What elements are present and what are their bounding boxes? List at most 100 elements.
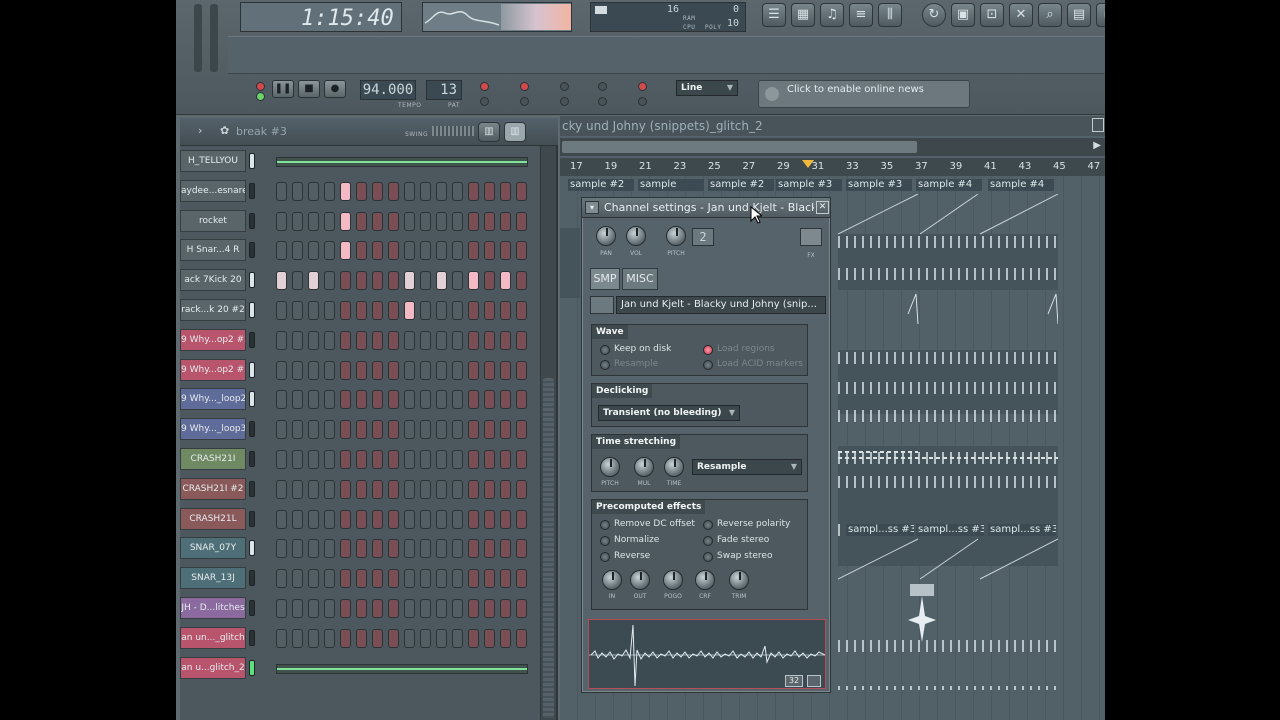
wave-edit-icon[interactable] xyxy=(807,675,821,687)
step-button[interactable] xyxy=(292,330,303,350)
loop-led[interactable] xyxy=(560,97,569,106)
channel-name-button[interactable]: H_TELLYOU xyxy=(180,150,246,172)
online-news-panel[interactable]: Click to enable online news xyxy=(758,80,970,108)
step-button[interactable] xyxy=(484,181,495,201)
step-button[interactable] xyxy=(292,241,303,261)
channel-select-led[interactable] xyxy=(249,629,255,646)
step-sequencer-shortcut-icon[interactable]: ▦ xyxy=(791,3,815,27)
stretch-mul-knob[interactable] xyxy=(634,457,654,477)
step-button[interactable] xyxy=(484,509,495,529)
mixer-shortcut-icon[interactable]: ⫼ xyxy=(878,3,902,27)
scrollbar-thumb[interactable] xyxy=(543,378,554,718)
step-button[interactable] xyxy=(468,211,479,231)
step-button[interactable] xyxy=(340,599,351,618)
reverse-polarity-radio[interactable] xyxy=(703,520,713,530)
step-button[interactable] xyxy=(420,271,431,291)
step-button[interactable] xyxy=(308,330,319,350)
step-button[interactable] xyxy=(500,271,511,291)
step-button[interactable] xyxy=(452,569,463,589)
step-button[interactable] xyxy=(276,479,287,499)
step-button[interactable] xyxy=(324,241,335,261)
pan-knob[interactable] xyxy=(596,226,616,246)
step-button[interactable] xyxy=(452,271,463,291)
channel-name-button[interactable]: an un..._glitch xyxy=(180,626,246,649)
channel-select-led[interactable] xyxy=(249,480,255,497)
step-button[interactable] xyxy=(388,211,399,231)
remove-dc-radio[interactable] xyxy=(600,520,610,530)
channel-select-led[interactable] xyxy=(249,182,255,199)
crf-knob[interactable] xyxy=(695,570,715,590)
step-button[interactable] xyxy=(372,181,383,201)
step-button[interactable] xyxy=(436,211,447,231)
channel-select-led[interactable] xyxy=(249,421,255,438)
step-button[interactable] xyxy=(420,599,431,618)
step-button[interactable] xyxy=(436,301,447,320)
channel-select-led[interactable] xyxy=(249,361,255,378)
step-button[interactable] xyxy=(324,330,335,350)
step-button[interactable] xyxy=(404,301,415,320)
step-button[interactable] xyxy=(308,241,319,261)
step-button[interactable] xyxy=(484,450,495,469)
step-button[interactable] xyxy=(356,330,367,350)
channel-select-led[interactable] xyxy=(249,153,255,169)
step-button[interactable] xyxy=(308,211,319,231)
metronome-led[interactable] xyxy=(520,97,529,106)
step-button[interactable] xyxy=(484,569,495,589)
step-button[interactable] xyxy=(436,569,447,589)
normalize-radio[interactable] xyxy=(600,536,610,546)
channel-name-button[interactable]: JH - D...litches xyxy=(180,597,246,619)
step-button[interactable] xyxy=(500,301,511,320)
step-button[interactable] xyxy=(420,569,431,589)
step-button[interactable] xyxy=(420,330,431,350)
step-button[interactable] xyxy=(276,539,287,559)
channel-select-led[interactable] xyxy=(249,302,255,318)
step-button[interactable] xyxy=(404,599,415,618)
channel-name-button[interactable]: 9 Why...op2 #2 xyxy=(180,328,246,351)
step-button[interactable] xyxy=(292,181,303,201)
step-button[interactable] xyxy=(436,628,447,648)
playlist-clip[interactable]: sample #2 xyxy=(708,179,774,191)
step-button[interactable] xyxy=(388,450,399,469)
search-icon[interactable]: ⌕ xyxy=(1038,3,1062,27)
step-button[interactable] xyxy=(324,509,335,529)
step-button[interactable] xyxy=(500,450,511,469)
step-button[interactable] xyxy=(308,390,319,410)
step-button[interactable] xyxy=(516,420,527,440)
step-button[interactable] xyxy=(372,479,383,499)
step-button[interactable] xyxy=(452,450,463,469)
timeline-ruler[interactable]: 17 19 21 23 25 27 29 31 33 35 37 39 41 43 45 47 xyxy=(560,158,1105,176)
step-button[interactable] xyxy=(436,390,447,410)
step-button[interactable] xyxy=(324,360,335,380)
step-button[interactable] xyxy=(404,390,415,410)
step-button[interactable] xyxy=(372,360,383,380)
step-button[interactable] xyxy=(276,420,287,440)
channel-name-button[interactable]: H Snar...4 R xyxy=(180,239,246,262)
step-button[interactable] xyxy=(356,271,367,291)
window-menu-icon[interactable]: ▾ xyxy=(585,201,599,214)
step-button[interactable] xyxy=(372,509,383,529)
step-button[interactable] xyxy=(516,599,527,618)
step-button[interactable] xyxy=(292,450,303,469)
step-button[interactable] xyxy=(372,628,383,648)
maximize-icon[interactable] xyxy=(1092,118,1104,132)
step-button[interactable] xyxy=(436,539,447,559)
step-button[interactable] xyxy=(340,301,351,320)
swap-stereo-radio[interactable] xyxy=(703,552,713,562)
playlist-record-led[interactable] xyxy=(638,82,647,91)
step-button[interactable] xyxy=(468,628,479,648)
piano-roll-shortcut-icon[interactable]: ♫ xyxy=(820,3,844,27)
step-button[interactable] xyxy=(404,539,415,559)
step-button[interactable] xyxy=(324,450,335,469)
step-button[interactable] xyxy=(420,241,431,261)
step-button[interactable] xyxy=(468,420,479,440)
step-button[interactable] xyxy=(340,569,351,589)
step-button[interactable] xyxy=(372,390,383,410)
sample-waveform[interactable]: 32 xyxy=(588,619,826,689)
step-button[interactable] xyxy=(388,271,399,291)
step-button[interactable] xyxy=(516,271,527,291)
step-button[interactable] xyxy=(372,271,383,291)
step-button[interactable] xyxy=(404,181,415,201)
step-button[interactable] xyxy=(420,509,431,529)
step-button[interactable] xyxy=(452,301,463,320)
step-button[interactable] xyxy=(452,211,463,231)
